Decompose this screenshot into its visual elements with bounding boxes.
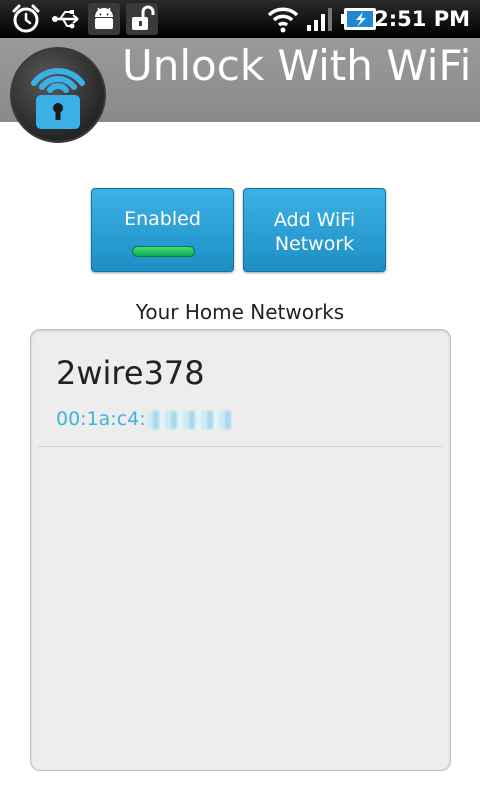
status-time: 2:51 PM [374, 7, 470, 31]
list-divider [38, 446, 443, 447]
add-wifi-network-button[interactable]: Add WiFi Network [243, 188, 386, 272]
enabled-toggle-button[interactable]: Enabled [91, 188, 234, 272]
network-mac-visible: 00:1a:c4: [56, 408, 146, 430]
usb-icon [50, 3, 84, 35]
enabled-label: Enabled [124, 208, 201, 230]
add-wifi-network-label: Add WiFi Network [273, 209, 356, 255]
alarm-clock-icon [8, 3, 44, 35]
android-debug-icon [88, 3, 120, 35]
home-networks-heading: Your Home Networks [135, 300, 345, 324]
unlock-icon [126, 3, 158, 35]
wifi-signal-icon [266, 3, 300, 35]
wifi-padlock-logo-icon [10, 47, 106, 143]
home-networks-list[interactable]: 2wire378 00:1a:c4: [30, 329, 451, 771]
enabled-indicator [132, 246, 195, 257]
cell-signal-icon [304, 3, 336, 35]
mac-redacted-block [146, 410, 233, 429]
app-title: Unlock With WiFi [122, 41, 472, 90]
status-bar: 2:51 PM [0, 0, 480, 38]
network-mac: 00:1a:c4: [56, 408, 233, 430]
network-name: 2wire378 [56, 354, 205, 392]
